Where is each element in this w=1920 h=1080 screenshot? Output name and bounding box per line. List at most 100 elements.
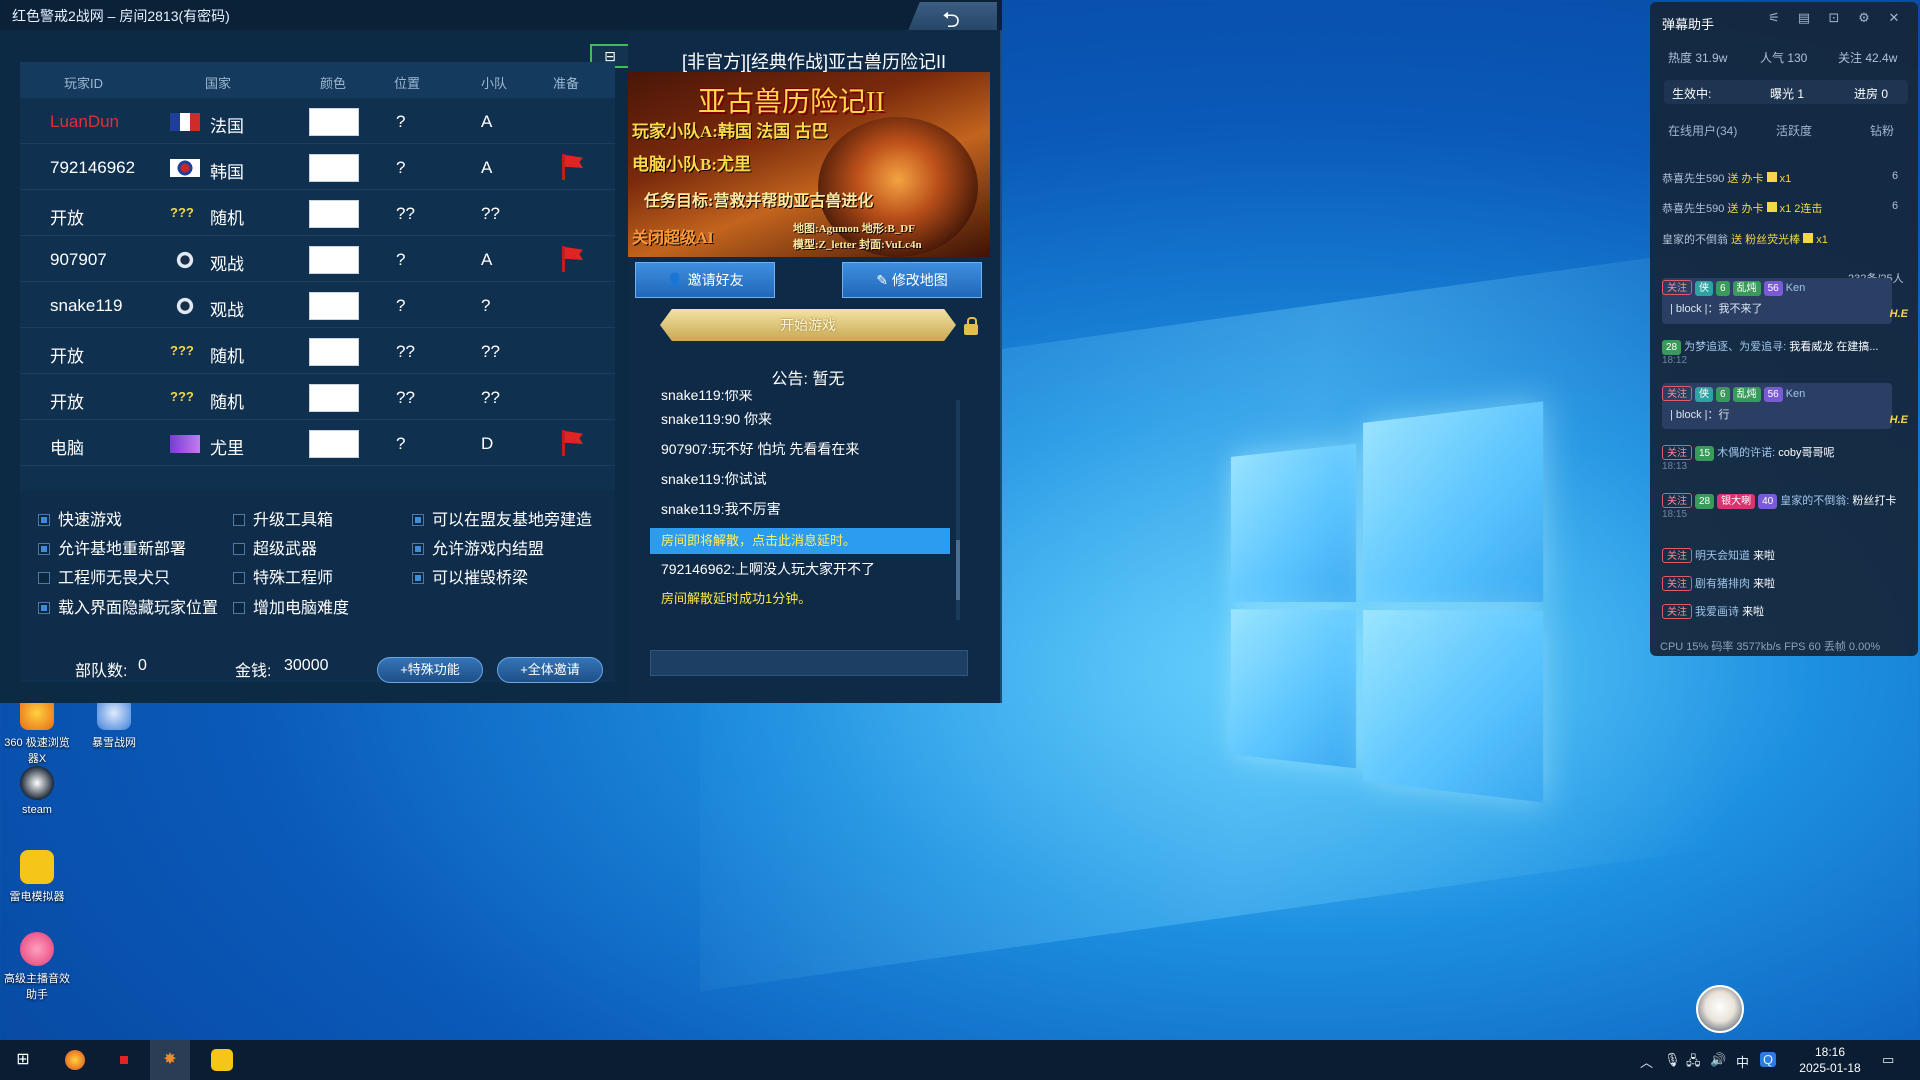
game-option-label: 工程师无畏犬只 (58, 570, 171, 587)
game-option-checkbox[interactable]: 升级工具箱 (233, 506, 333, 529)
danmu-message[interactable]: 关注 15 木偶的许诺: coby哥哥呢 18:13 (1662, 444, 1908, 472)
player-team[interactable]: ?? (481, 204, 500, 224)
settings-icon[interactable]: ⚙ (1856, 10, 1872, 26)
filter-icon[interactable]: ⚟ (1766, 10, 1782, 26)
danmu-message[interactable]: 关注 我爱画诗 来啦 (1662, 603, 1908, 619)
special-function-button[interactable]: +特殊功能 (377, 657, 483, 683)
player-color-swatch[interactable] (309, 430, 359, 458)
player-row[interactable]: 开放??? 随机???? (20, 192, 615, 236)
player-color-swatch[interactable] (309, 108, 359, 136)
user-badge: 关注 (1662, 445, 1692, 460)
edit-map-button[interactable]: ✎ 修改地图 (842, 262, 982, 298)
qq-icon[interactable]: Q (1760, 1052, 1777, 1067)
player-country[interactable]: 随机 (210, 342, 244, 367)
chevron-up-icon[interactable]: ︿ (1640, 1052, 1653, 1071)
game-option-checkbox[interactable]: 载入界面隐藏玩家位置 (38, 594, 218, 617)
player-team[interactable]: A (481, 158, 492, 178)
danmu-message[interactable]: 28 为梦追逐、为爱追寻: 我看威龙 在建搞... 18:12 (1662, 338, 1908, 366)
tab-online-users[interactable]: 在线用户(34) (1668, 122, 1737, 139)
player-position[interactable]: ?? (396, 388, 415, 408)
danmu-message[interactable]: 关注侠 6 乱炖 56 Ken H.E | block |：行 (1662, 386, 1908, 426)
microphone-icon[interactable]: 🎙 (1664, 1052, 1681, 1068)
player-row[interactable]: 开放??? 随机???? (20, 376, 615, 420)
player-position[interactable]: ?? (396, 342, 415, 362)
player-row[interactable]: 电脑 尤里? D (20, 422, 615, 466)
game-option-checkbox[interactable]: 允许基地重新部署 (38, 535, 187, 558)
player-country[interactable]: 观战 (210, 250, 244, 275)
player-row[interactable]: LuanDun 法国? A (20, 100, 615, 144)
browser-icon[interactable] (55, 1040, 95, 1080)
note-icon[interactable]: ▤ (1796, 10, 1812, 26)
invite-all-button[interactable]: +全体邀请 (497, 657, 603, 683)
desktop-icon-steam[interactable]: steam (0, 766, 74, 816)
player-country[interactable]: 观战 (210, 296, 244, 321)
game-option-checkbox[interactable]: 增加电脑难度 (233, 594, 349, 617)
danmu-message[interactable]: 关注 28 银大喇 40 皇家的不倒翁: 粉丝打卡 18:15 (1662, 492, 1908, 520)
volume-icon[interactable]: 🔊 (1710, 1052, 1726, 1068)
player-team[interactable]: A (481, 250, 492, 270)
start-game-button[interactable]: 开始游戏 (660, 309, 956, 341)
game-option-label: 允许基地重新部署 (58, 541, 187, 558)
clock[interactable]: 18:16 2025-01-18 (1798, 1044, 1862, 1076)
notification-icon[interactable]: ▭ (1882, 1052, 1894, 1068)
player-team[interactable]: ?? (481, 388, 500, 408)
player-position[interactable]: ? (396, 112, 405, 132)
lock-open-icon[interactable]: ⊡ (1826, 10, 1842, 26)
close-icon[interactable]: ✕ (1886, 10, 1902, 26)
player-team[interactable]: ?? (481, 342, 500, 362)
player-position[interactable]: ? (396, 296, 405, 316)
player-country[interactable]: 法国 (210, 112, 244, 137)
player-team[interactable]: D (481, 434, 493, 454)
player-color-swatch[interactable] (309, 384, 359, 412)
player-country[interactable]: 随机 (210, 204, 244, 229)
start-windows-icon[interactable]: ⊞ (3, 1040, 43, 1080)
player-position[interactable]: ? (396, 250, 405, 270)
danmu-message[interactable]: 关注 剧有猪排肉 来啦 (1662, 575, 1908, 591)
player-color-swatch[interactable] (309, 338, 359, 366)
desktop-icon-audio-assistant[interactable]: 高级主播音效助手 (0, 932, 74, 1002)
player-position[interactable]: ? (396, 158, 405, 178)
player-row[interactable]: 开放??? 随机???? (20, 330, 615, 374)
player-color-swatch[interactable] (309, 200, 359, 228)
player-color-swatch[interactable] (309, 246, 359, 274)
player-country[interactable]: 尤里 (210, 434, 244, 459)
extend-room-message[interactable]: 房间即将解散，点击此消息延时。 (650, 528, 950, 554)
player-team[interactable]: ? (481, 296, 490, 316)
player-row[interactable]: 907907 观战? A (20, 238, 615, 282)
tab-diamond-fans[interactable]: 钻粉 (1870, 122, 1894, 139)
player-position[interactable]: ?? (396, 204, 415, 224)
player-country[interactable]: 韩国 (210, 158, 244, 183)
player-country[interactable]: 随机 (210, 388, 244, 413)
player-position[interactable]: ? (396, 434, 405, 454)
recorder-icon[interactable] (104, 1040, 144, 1080)
game-option-checkbox[interactable]: 可以摧毁桥梁 (412, 564, 528, 587)
network-icon[interactable]: 🖧 (1686, 1052, 1701, 1074)
game-option-checkbox[interactable]: 快速游戏 (38, 506, 122, 529)
game-taskbar-icon[interactable]: ✸ (150, 1040, 190, 1080)
game-option-checkbox[interactable]: 工程师无畏犬只 (38, 564, 171, 587)
player-row[interactable]: snake119 观战?? (20, 284, 615, 328)
desktop-icon-ldplayer[interactable]: 雷电模拟器 (0, 850, 74, 904)
player-color-swatch[interactable] (309, 292, 359, 320)
gift-count: x1 (1816, 234, 1828, 246)
player-team[interactable]: A (481, 112, 492, 132)
game-option-checkbox[interactable]: 可以在盟友基地旁建造 (412, 506, 592, 529)
chat-input[interactable] (650, 650, 968, 676)
streamer-avatar[interactable] (1696, 985, 1744, 1033)
game-option-checkbox[interactable]: 特殊工程师 (233, 564, 333, 587)
player-row[interactable]: 792146962 韩国? A (20, 146, 615, 190)
danmu-message[interactable]: 关注 明天会知道 来啦 (1662, 547, 1908, 563)
desktop-icon-battlenet[interactable]: 暴雪战网 (77, 696, 151, 750)
tab-activity[interactable]: 活跃度 (1776, 122, 1812, 139)
danmu-taskbar-icon[interactable] (202, 1040, 242, 1080)
invite-friend-button[interactable]: 👤 邀请好友 (635, 262, 775, 298)
ime-indicator[interactable]: 中 (1736, 1052, 1749, 1071)
danmu-text: 粉丝打卡 (1852, 495, 1897, 507)
game-option-checkbox[interactable]: 超级武器 (233, 535, 317, 558)
player-color-swatch[interactable] (309, 154, 359, 182)
danmu-message[interactable]: 关注侠 6 乱炖 56 Ken H.E | block |：我不来了 (1662, 280, 1908, 320)
desktop-icon-360-browser[interactable]: 360 极速浏览器X (0, 696, 74, 766)
gift-count: x1 (1779, 173, 1792, 185)
chat-scrollbar[interactable] (956, 400, 960, 620)
game-option-checkbox[interactable]: 允许游戏内结盟 (412, 535, 544, 558)
